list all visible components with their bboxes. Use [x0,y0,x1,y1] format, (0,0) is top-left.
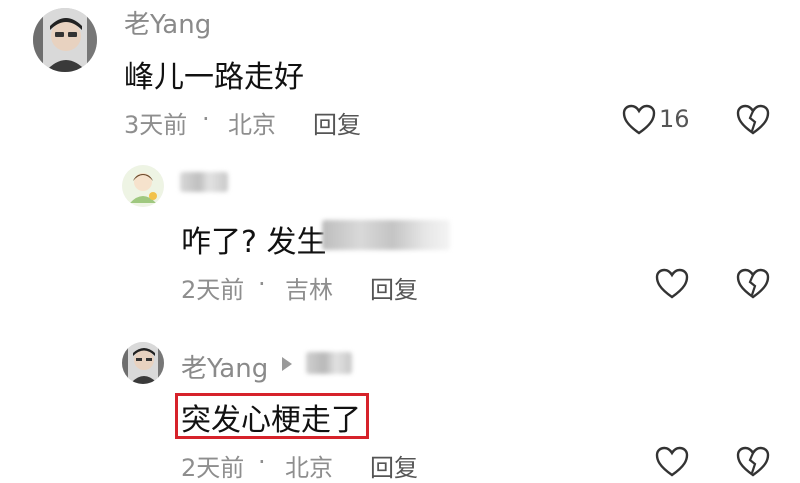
broken-heart-icon[interactable] [736,268,770,304]
like-count: 16 [659,105,690,133]
blurred-author-name [180,172,228,192]
reply-button[interactable]: 回复 [370,448,418,483]
comment-time: 2天前 [181,454,245,482]
avatar-photo-icon [33,8,97,72]
comment-time: 3天前 [124,111,188,139]
comment-text: 突发心梗走了 [181,403,361,438]
avatar[interactable] [122,165,164,207]
blurred-reply-target [306,352,352,374]
reply-button[interactable]: 回复 [370,270,418,305]
comment-location: 北京 [228,111,276,139]
comment-text: 咋了? 发生 [181,225,327,260]
meta-separator: · [258,270,266,298]
broken-heart-icon[interactable] [736,104,770,140]
heart-icon[interactable] [655,446,689,482]
heart-icon[interactable] [655,268,689,304]
meta-separator: · [202,105,210,133]
comment-location: 吉林 [285,276,333,304]
avatar-photo-icon [122,342,164,384]
comment-time: 2天前 [181,276,245,304]
reply-button[interactable]: 回复 [313,105,361,140]
heart-icon[interactable] [622,104,656,140]
comment-text: 峰儿一路走好 [124,60,304,95]
comment-author[interactable]: 老Yang [181,348,268,385]
broken-heart-icon[interactable] [736,446,770,482]
avatar[interactable] [122,342,164,384]
comment-author[interactable]: 老Yang [124,4,211,41]
reply-arrow-icon [281,356,293,376]
cartoon-avatar-icon [122,165,164,207]
avatar[interactable] [33,8,97,72]
comment-location: 北京 [285,454,333,482]
blurred-comment-text [322,220,450,250]
meta-separator: · [258,448,266,476]
